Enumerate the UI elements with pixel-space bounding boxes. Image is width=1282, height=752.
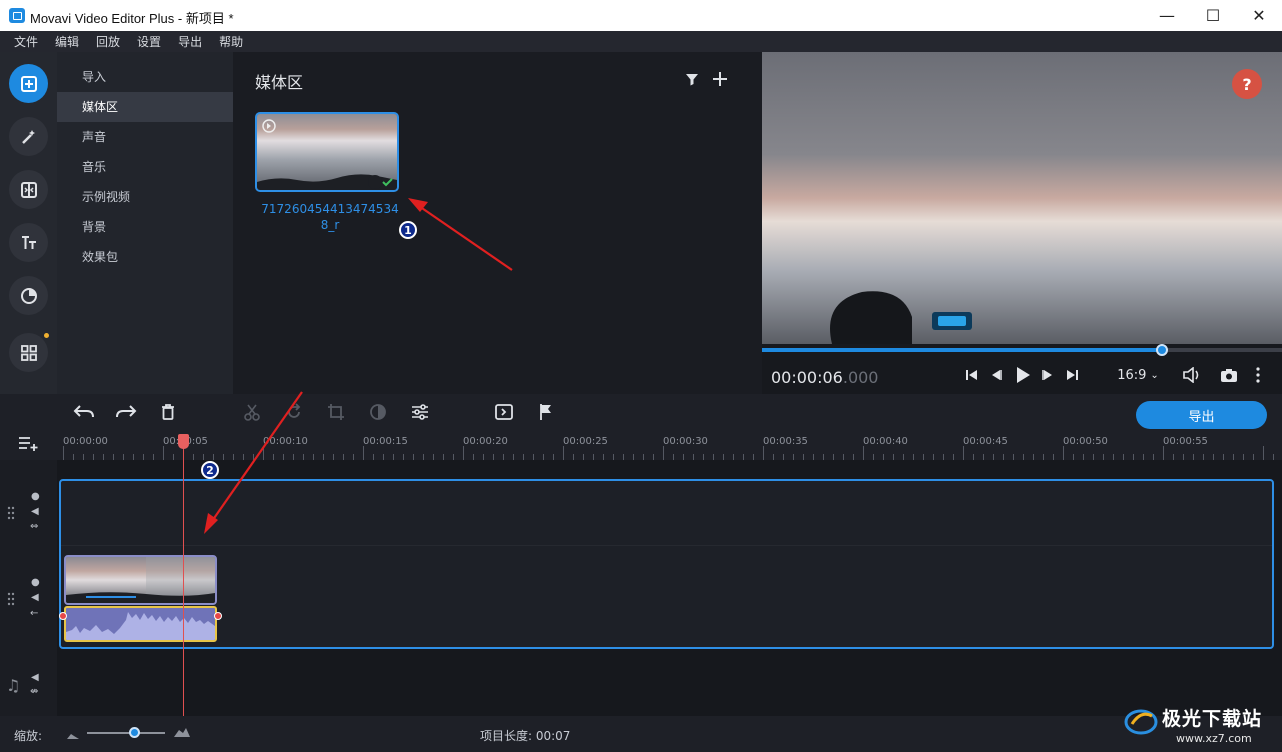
watermark: 极光下载站 www.xz7.com	[1120, 700, 1280, 752]
watermark-logo	[1124, 706, 1158, 736]
annotation-badge-2: 2	[201, 461, 219, 479]
watermark-title: 极光下载站	[1162, 708, 1263, 730]
annotation-badge-1: 1	[399, 221, 417, 239]
annotation-arrows	[204, 198, 513, 534]
watermark-url: www.xz7.com	[1176, 732, 1252, 745]
